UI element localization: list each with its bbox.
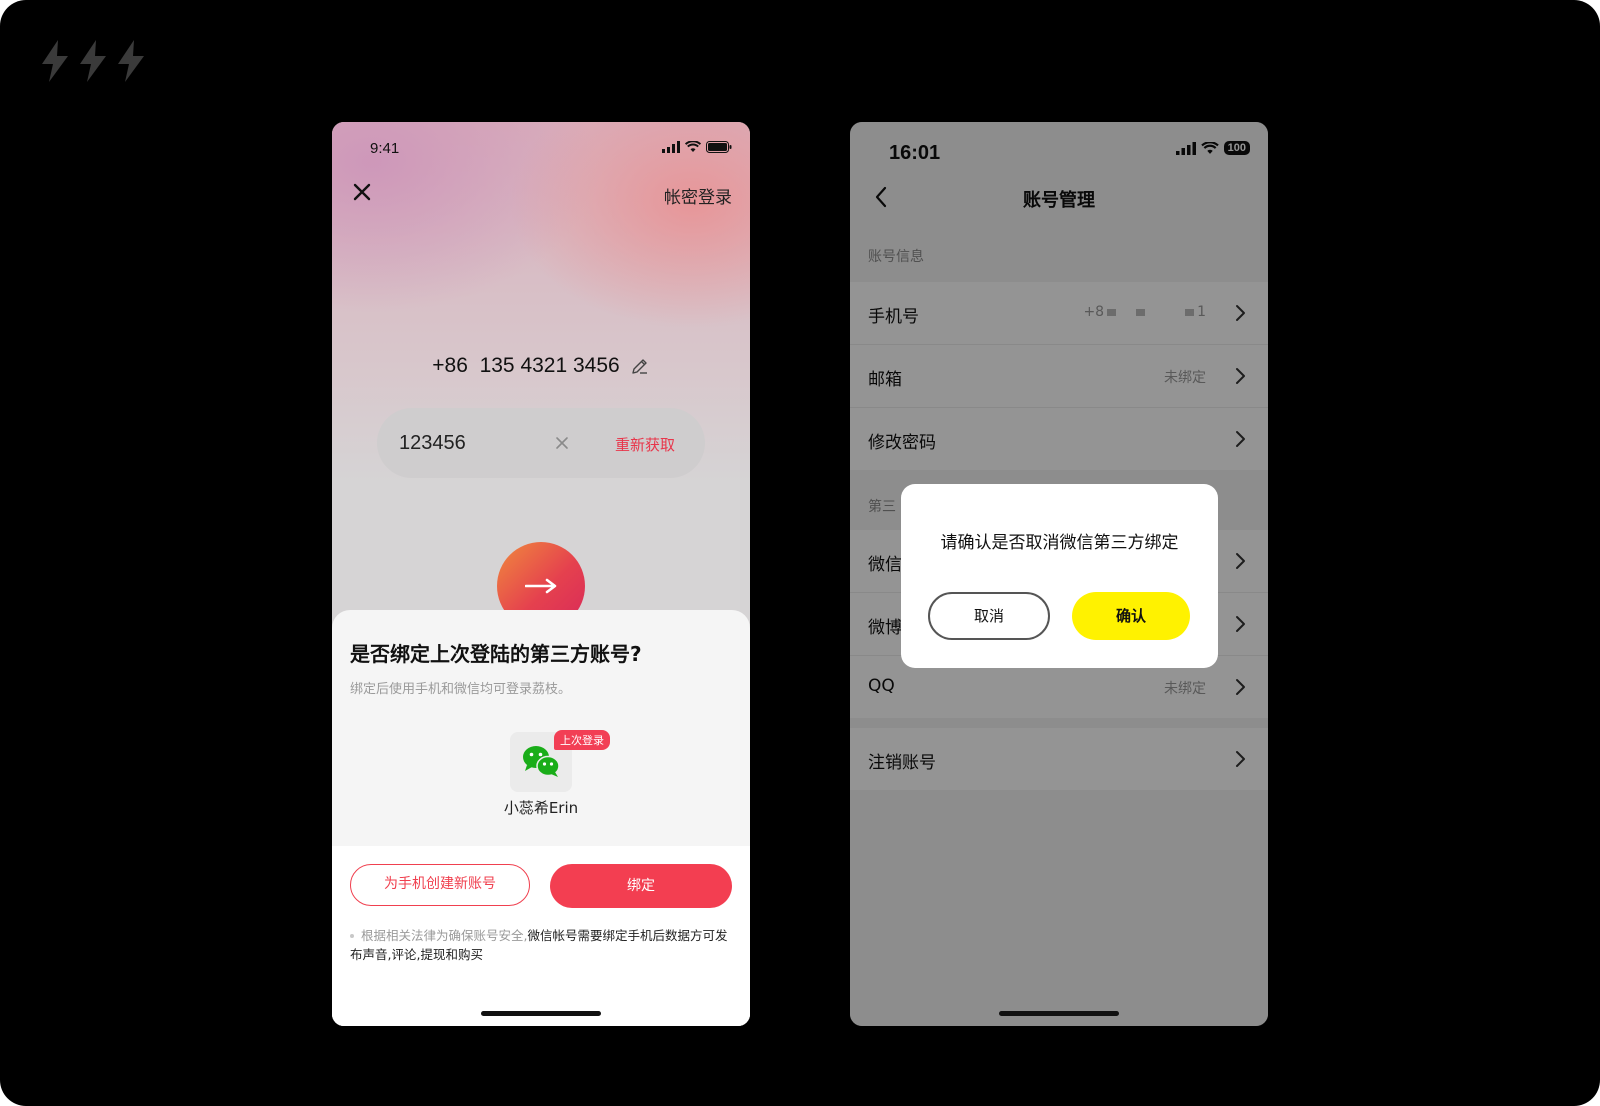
phone-number: +86 135 4321 3456 (432, 354, 620, 377)
bind-button[interactable]: 绑定 (550, 864, 732, 908)
bolt-icon (42, 40, 68, 82)
login-phone-screen: 9:41 帐密登录 +86 135 4321 3456 123456 重新获取 … (332, 122, 750, 1026)
wifi-icon (685, 141, 701, 152)
status-time: 9:41 (370, 140, 400, 157)
sheet-actions: 为手机创建新账号 绑定 根据相关法律为确保账号安全,微信帐号需要绑定手机后数据方… (332, 846, 750, 1026)
canvas: 9:41 帐密登录 +86 135 4321 3456 123456 重新获取 … (0, 0, 1600, 1106)
wechat-account-name: 小蕊希Erin (503, 799, 579, 817)
unbind-confirm-dialog: 请确认是否取消微信第三方绑定 取消 确认 (901, 484, 1218, 668)
resend-code-button[interactable]: 重新获取 (615, 434, 675, 455)
status-icons (662, 141, 732, 153)
close-icon[interactable] (350, 180, 374, 204)
phone-number-row: +86 135 4321 3456 (332, 354, 750, 378)
clear-icon[interactable] (553, 434, 571, 452)
dialog-message: 请确认是否取消微信第三方绑定 (940, 533, 1179, 553)
sheet-subtitle: 绑定后使用手机和微信均可登录荔枝。 (350, 682, 572, 697)
password-login-link[interactable]: 帐密登录 (664, 183, 732, 208)
home-indicator (999, 1011, 1119, 1016)
last-login-badge: 上次登录 (554, 730, 610, 750)
cancel-button[interactable]: 取消 (928, 592, 1050, 640)
brand-logo (38, 40, 148, 82)
signal-icon (662, 141, 680, 153)
verification-code-value[interactable]: 123456 (399, 432, 466, 455)
home-indicator (481, 1011, 601, 1016)
verification-code-field[interactable]: 123456 重新获取 (377, 408, 705, 478)
notice-gray-text: 根据相关法律为确保账号安全, (361, 928, 528, 943)
edit-icon[interactable] (630, 356, 650, 376)
bullet-dot (350, 934, 354, 938)
battery-icon (706, 141, 732, 153)
legal-notice: 根据相关法律为确保账号安全,微信帐号需要绑定手机后数据方可发布声音,评论,提现和… (350, 926, 730, 964)
sheet-title: 是否绑定上次登陆的第三方账号? (350, 642, 642, 666)
arrow-right-icon (525, 578, 557, 594)
account-manage-screen: 16:01 100 账号管理 账号信息 手机号 +8 1 邮箱 未绑定 修改密码… (850, 122, 1268, 1026)
confirm-button[interactable]: 确认 (1072, 592, 1190, 640)
status-bar: 9:41 (332, 122, 750, 172)
bolt-icon (118, 40, 144, 82)
bolt-icon (80, 40, 106, 82)
create-new-account-button[interactable]: 为手机创建新账号 (350, 864, 530, 906)
bind-account-sheet: 是否绑定上次登陆的第三方账号? 绑定后使用手机和微信均可登录荔枝。 上次登录 小… (332, 610, 750, 1026)
